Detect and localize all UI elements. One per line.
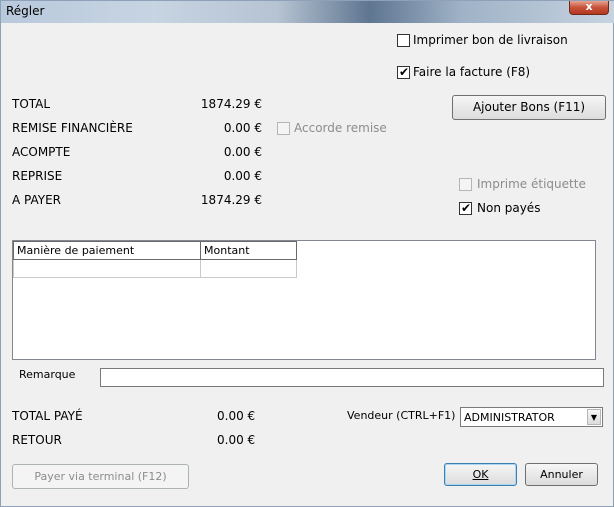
make-invoice-checkbox[interactable]: ✔ [397,65,410,79]
unpaid-label: Non payés [477,201,541,215]
financial-discount-label: REMISE FINANCIÈRE [12,121,133,135]
checkmark-icon: ✔ [399,65,410,79]
chevron-down-icon[interactable]: ▼ [587,409,601,425]
seller-label: Vendeur (CTRL+F1) [347,409,456,422]
title-bar[interactable]: Régler x [1,1,614,23]
to-pay-value: 1874.29 € [200,193,262,207]
print-delivery-note-checkbox[interactable] [397,34,410,47]
return-value: 0.00 € [217,433,256,447]
seller-select[interactable]: ADMINISTRATOR ▼ [460,407,603,427]
print-label-checkbox[interactable] [459,178,472,191]
total-paid-label: TOTAL PAYÉ [12,409,83,423]
return-label: RETOUR [12,433,62,447]
amount-cell[interactable] [200,259,297,278]
checkmark-icon: ✔ [461,201,472,215]
total-row: TOTAL 1874.29 € [12,97,262,117]
close-button[interactable]: x [569,1,609,15]
total-paid-value: 0.00 € [217,409,256,423]
unpaid-checkbox[interactable]: ✔ [459,201,472,215]
seller-value: ADMINISTRATOR [464,411,555,424]
deposit-value: 0.00 € [223,145,262,159]
grant-discount-checkbox[interactable] [277,122,290,135]
dialog-body: Imprimer bon de livraison ✔ Faire la fac… [4,23,610,503]
pay-terminal-button[interactable]: Payer via terminal (F12) [12,464,189,489]
trade-in-value: 0.00 € [223,169,262,183]
financial-discount-value: 0.00 € [223,121,262,135]
column-header-amount[interactable]: Montant [200,241,297,260]
make-invoice-label: Faire la facture (F8) [413,65,531,79]
payment-dialog: Régler x Imprimer bon de livraison ✔ Fai… [0,0,614,507]
close-icon: x [585,0,593,13]
column-header-payment-method[interactable]: Manière de paiement [13,241,201,260]
to-pay-label: A PAYER [12,193,62,207]
financial-discount-row: REMISE FINANCIÈRE 0.00 € [12,121,262,141]
table-row[interactable] [13,259,297,278]
print-delivery-note-label: Imprimer bon de livraison [413,33,568,47]
add-notes-button[interactable]: Ajouter Bons (F11) [452,95,606,120]
grant-discount-label: Accorde remise [294,121,387,135]
total-value: 1874.29 € [200,97,262,111]
trade-in-label: REPRISE [12,169,63,183]
payment-table: Manière de paiement Montant [13,241,297,278]
remark-label: Remarque [19,368,76,381]
remark-input[interactable] [100,368,604,387]
trade-in-row: REPRISE 0.00 € [12,169,262,189]
deposit-row: ACOMPTE 0.00 € [12,145,262,165]
print-label-label: Imprime étiquette [477,177,586,191]
cancel-button[interactable]: Annuler [525,463,598,486]
to-pay-row: A PAYER 1874.29 € [12,193,262,213]
window-title: Régler [6,4,45,18]
total-label: TOTAL [12,97,51,111]
deposit-label: ACOMPTE [12,145,71,159]
payment-method-cell[interactable] [13,259,201,278]
payment-grid[interactable]: Manière de paiement Montant [12,240,596,360]
table-header-row: Manière de paiement Montant [13,241,297,260]
ok-button[interactable]: OK [444,463,517,486]
